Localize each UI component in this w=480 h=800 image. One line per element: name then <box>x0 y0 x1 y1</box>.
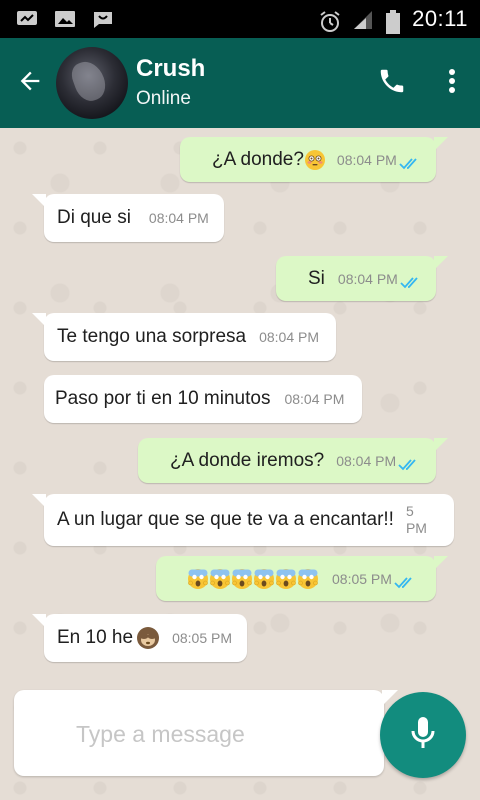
contact-status: Online <box>136 87 191 109</box>
call-button[interactable] <box>360 38 424 128</box>
screaming-face-icon <box>298 568 318 589</box>
message-time: 08:04 PM <box>259 329 320 345</box>
message-outgoing[interactable]: Si 08:04 PM <box>276 256 448 301</box>
message-time: 08:04 PM <box>284 391 345 407</box>
message-text: A un lugar que se que te va a encantar!! <box>57 509 394 530</box>
message-text: Te tengo una sorpresa <box>57 326 247 347</box>
message-time: 08:05 PM <box>332 570 392 587</box>
battery-icon <box>386 10 401 34</box>
phone-icon <box>377 66 407 101</box>
contact-info[interactable]: Crush Online <box>136 55 360 112</box>
chat-header: Crush Online <box>0 38 480 128</box>
message-time: 08:04 PM <box>337 270 398 287</box>
message-time: 08:05 PM <box>172 630 233 646</box>
message-outgoing[interactable]: ¿A donde iremos? 08:04 PM <box>138 438 448 483</box>
screaming-face-icon <box>232 568 252 589</box>
mic-button[interactable] <box>380 692 466 778</box>
alarm-icon <box>318 10 340 32</box>
chat-icon <box>92 10 114 28</box>
menu-button[interactable] <box>424 38 480 128</box>
message-incoming[interactable]: Di que si 08:04 PM <box>32 194 224 242</box>
screaming-face-icon <box>276 568 296 589</box>
message-time: 08:04 PM <box>148 210 209 226</box>
image-icon <box>54 10 76 28</box>
read-ticks-icon <box>398 455 420 470</box>
screaming-face-icon-group <box>188 568 320 589</box>
back-button[interactable] <box>0 38 60 128</box>
message-input[interactable] <box>76 714 366 754</box>
read-ticks-icon <box>399 154 421 169</box>
screaming-face-icon <box>188 568 208 589</box>
read-ticks-icon <box>394 573 416 588</box>
contact-name: Crush <box>136 54 206 82</box>
message-time: 5 PM <box>406 503 427 537</box>
message-outgoing[interactable]: 08:05 PM <box>156 556 448 601</box>
message-time-line: PM <box>405 520 427 536</box>
message-time: 08:04 PM <box>336 151 397 168</box>
message-time: 08:04 PM <box>336 452 397 469</box>
message-incoming[interactable]: A un lugar que se que te va a encantar!!… <box>32 494 454 546</box>
message-text: ¿A donde iremos? <box>170 449 325 471</box>
message-text: ¿A donde? <box>212 148 304 170</box>
signal-icon <box>352 10 374 29</box>
back-arrow-icon <box>16 67 44 100</box>
mic-icon <box>410 715 436 756</box>
screaming-face-icon <box>210 568 230 589</box>
screaming-face-icon <box>254 568 274 589</box>
message-text: Di que si <box>57 207 131 228</box>
status-bar: 20:11 <box>0 0 480 38</box>
message-incoming[interactable]: Paso por ti en 10 minutos 08:04 PM <box>44 375 362 423</box>
more-vert-icon <box>448 68 456 99</box>
message-composer <box>14 690 398 776</box>
message-text: En 10 he <box>57 627 134 648</box>
message-text: Si <box>308 267 325 289</box>
avatar[interactable] <box>56 47 128 119</box>
message-time-line: 5 <box>405 503 414 519</box>
flushed-face-icon <box>304 149 325 170</box>
messages-icon <box>16 10 38 28</box>
message-incoming[interactable]: En 10 he 08:05 PM <box>32 614 247 662</box>
status-time: 20:11 <box>412 6 468 31</box>
message-incoming[interactable]: Te tengo una sorpresa 08:04 PM <box>32 313 336 361</box>
see-no-evil-monkey-icon <box>137 627 160 649</box>
read-ticks-icon <box>400 273 422 288</box>
message-outgoing[interactable]: ¿A donde? 08:04 PM <box>180 137 448 182</box>
message-text: Paso por ti en 10 minutos <box>55 388 271 409</box>
